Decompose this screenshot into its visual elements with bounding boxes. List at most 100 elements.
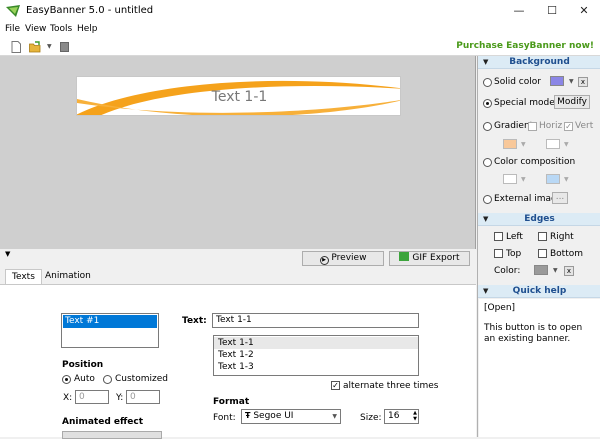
quick-help-content: [Open] This button is to open an existin… bbox=[479, 299, 600, 437]
chevron-down-icon[interactable]: ▼ bbox=[564, 141, 569, 148]
position-customized-label: Customized bbox=[115, 374, 168, 384]
collapse-arrow-icon: ▼ bbox=[483, 215, 489, 223]
text-line-item[interactable]: Text 1-2 bbox=[214, 349, 418, 361]
font-select-value: Segoe UI bbox=[253, 411, 294, 421]
edge-bottom-checkbox[interactable] bbox=[538, 249, 547, 258]
external-image-radio[interactable] bbox=[483, 195, 492, 204]
quick-help-section-header[interactable]: ▼ Quick help bbox=[478, 285, 600, 298]
solid-color-clear-button[interactable]: x bbox=[578, 77, 588, 87]
solid-color-swatch[interactable] bbox=[550, 76, 564, 86]
position-auto-radio[interactable] bbox=[62, 375, 71, 384]
edge-top-label: Top bbox=[506, 249, 522, 259]
chevron-down-icon[interactable]: ▼ bbox=[553, 267, 558, 274]
edge-color-swatch[interactable] bbox=[534, 265, 548, 275]
horiz-checkbox[interactable] bbox=[528, 122, 537, 131]
chevron-down-icon[interactable]: ▼ bbox=[569, 78, 574, 85]
text-lines-list[interactable]: Text 1-1 Text 1-2 Text 1-3 bbox=[213, 335, 419, 376]
font-type-icon: Ŧ bbox=[245, 411, 251, 420]
quick-help-heading: [Open] bbox=[484, 303, 516, 313]
font-select[interactable]: Ŧ Segoe UI ▼ bbox=[241, 409, 341, 424]
stepper-arrows-icon[interactable]: ▲ ▼ bbox=[413, 410, 417, 422]
position-customized-radio[interactable] bbox=[103, 375, 112, 384]
solid-color-radio[interactable] bbox=[483, 78, 492, 87]
color-composition-label: Color composition bbox=[494, 157, 576, 167]
tab-animation[interactable]: Animation bbox=[39, 269, 97, 285]
text-line-item[interactable]: Text 1-1 bbox=[214, 337, 418, 349]
properties-panel: ▼ Background Solid color ▼ x Special mod… bbox=[477, 56, 600, 437]
composition-color-1-swatch[interactable] bbox=[503, 174, 517, 184]
gradient-color-2-swatch[interactable] bbox=[546, 139, 560, 149]
text-items-list[interactable]: Text #1 bbox=[61, 313, 159, 348]
background-section-title: Background bbox=[509, 57, 570, 67]
edge-bottom-label: Bottom bbox=[550, 249, 584, 259]
background-section-header[interactable]: ▼ Background bbox=[478, 56, 600, 69]
edge-left-checkbox[interactable] bbox=[494, 232, 503, 241]
gif-export-button[interactable]: GIF Export bbox=[389, 251, 470, 266]
special-model-radio[interactable] bbox=[483, 99, 492, 108]
special-model-label: Special model bbox=[494, 98, 558, 108]
chevron-down-icon: ▼ bbox=[332, 413, 337, 420]
minimize-button[interactable]: — bbox=[503, 0, 535, 22]
window-title: EasyBanner 5.0 - untitled bbox=[26, 5, 154, 16]
solid-color-label: Solid color bbox=[494, 77, 541, 87]
close-button[interactable]: ✕ bbox=[568, 0, 600, 22]
quick-help-body: This button is to open an existing banne… bbox=[484, 323, 583, 344]
open-dropdown-icon[interactable]: ▼ bbox=[47, 43, 52, 50]
position-auto-label: Auto bbox=[74, 374, 95, 384]
color-composition-radio[interactable] bbox=[483, 158, 492, 167]
menu-help[interactable]: Help bbox=[77, 24, 98, 34]
vert-checkbox[interactable]: ✓ bbox=[564, 122, 573, 131]
format-label: Format bbox=[213, 397, 250, 407]
collapse-arrow-icon: ▼ bbox=[483, 58, 489, 66]
preview-area: Text 1-1 bbox=[0, 56, 476, 249]
menu-file[interactable]: File bbox=[5, 24, 20, 34]
y-input[interactable]: 0 bbox=[126, 390, 160, 404]
save-icon[interactable] bbox=[60, 42, 69, 52]
gradient-color-1-swatch[interactable] bbox=[503, 139, 517, 149]
text-line-item[interactable]: Text 1-3 bbox=[214, 361, 418, 373]
preview-button[interactable]: ▶ Preview bbox=[302, 251, 384, 266]
modify-button[interactable]: Modify bbox=[554, 95, 590, 109]
collapse-arrow-icon[interactable]: ▼ bbox=[5, 250, 10, 258]
edges-section-header[interactable]: ▼ Edges bbox=[478, 213, 600, 226]
gradient-radio[interactable] bbox=[483, 122, 492, 131]
new-file-icon[interactable] bbox=[10, 41, 22, 53]
font-label: Font: bbox=[213, 413, 236, 423]
maximize-button[interactable]: ☐ bbox=[536, 0, 568, 22]
text-item-selected[interactable]: Text #1 bbox=[63, 315, 157, 328]
menu-view[interactable]: View bbox=[25, 24, 46, 34]
app-logo-icon bbox=[6, 5, 20, 17]
size-stepper[interactable]: 16 ▲ ▼ bbox=[384, 409, 419, 424]
x-label: X: bbox=[63, 393, 73, 403]
title-bar: EasyBanner 5.0 - untitled — ☐ ✕ bbox=[0, 0, 600, 22]
banner-preview[interactable]: Text 1-1 bbox=[76, 76, 401, 116]
horiz-label: Horiz bbox=[539, 121, 563, 131]
text-input[interactable]: Text 1-1 bbox=[212, 313, 419, 328]
toolbar: ▼ Purchase EasyBanner now! bbox=[0, 38, 600, 56]
text-label: Text: bbox=[182, 316, 207, 326]
edge-top-checkbox[interactable] bbox=[494, 249, 503, 258]
chevron-down-icon[interactable]: ▼ bbox=[521, 141, 526, 148]
animated-effect-select[interactable] bbox=[62, 431, 162, 439]
preview-button-label: Preview bbox=[331, 253, 367, 263]
edge-color-clear-button[interactable]: x bbox=[564, 266, 574, 276]
collapse-arrow-icon: ▼ bbox=[483, 287, 489, 295]
play-icon: ▶ bbox=[319, 256, 329, 265]
edge-right-label: Right bbox=[550, 232, 574, 242]
y-label: Y: bbox=[116, 393, 124, 403]
tab-texts[interactable]: Texts bbox=[5, 269, 42, 285]
alternate-label: alternate three times bbox=[343, 381, 439, 391]
menu-tools[interactable]: Tools bbox=[50, 24, 72, 34]
export-arrow-icon bbox=[399, 252, 410, 261]
composition-color-2-swatch[interactable] bbox=[546, 174, 560, 184]
preview-controls: ▼ ▶ Preview GIF Export bbox=[0, 249, 476, 269]
open-folder-icon[interactable] bbox=[29, 41, 41, 53]
browse-image-button[interactable]: ... bbox=[552, 192, 568, 204]
alternate-checkbox[interactable]: ✓ bbox=[331, 381, 340, 390]
edge-right-checkbox[interactable] bbox=[538, 232, 547, 241]
chevron-down-icon[interactable]: ▼ bbox=[521, 176, 526, 183]
edges-section-title: Edges bbox=[524, 214, 555, 224]
chevron-down-icon[interactable]: ▼ bbox=[564, 176, 569, 183]
purchase-link[interactable]: Purchase EasyBanner now! bbox=[456, 41, 594, 51]
x-input[interactable]: 0 bbox=[75, 390, 109, 404]
